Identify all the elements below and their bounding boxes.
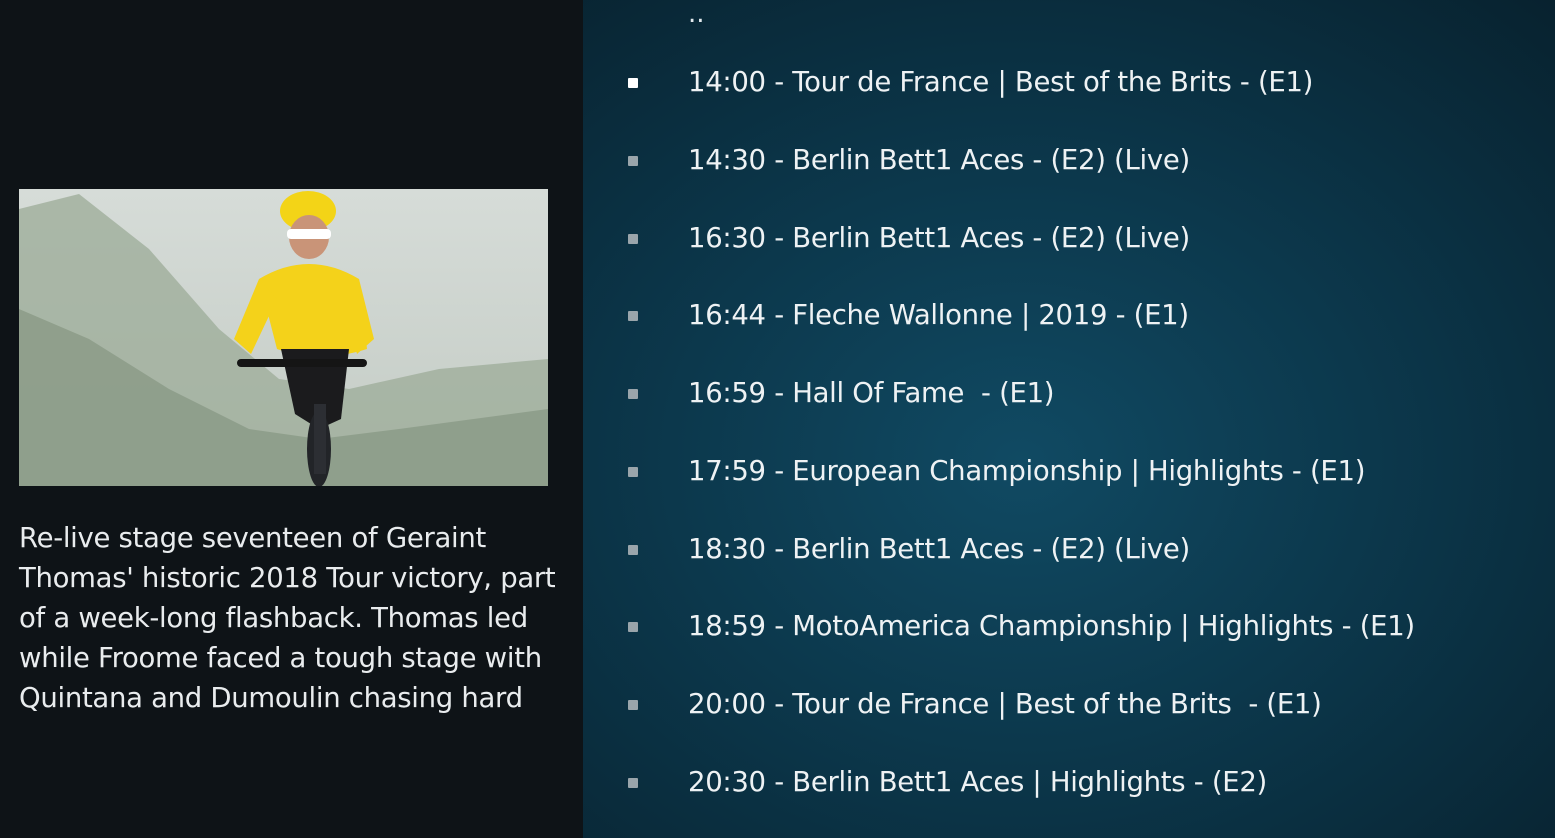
bullet-icon xyxy=(628,545,638,555)
list-item-label: 20:30 - Berlin Bett1 Aces | Highlights -… xyxy=(688,766,1267,798)
bullet-icon xyxy=(628,622,638,632)
list-item[interactable]: 16:44 - Fleche Wallonne | 2019 - (E1) xyxy=(583,283,1555,361)
list-item-label: 16:30 - Berlin Bett1 Aces - (E2) (Live) xyxy=(688,222,1190,254)
list-item-label: 18:30 - Berlin Bett1 Aces - (E2) (Live) xyxy=(688,533,1190,565)
bullet-icon xyxy=(628,389,638,399)
list-item-label: 16:44 - Fleche Wallonne | 2019 - (E1) xyxy=(688,299,1189,331)
bullet-icon xyxy=(628,311,638,321)
list-item[interactable]: 20:00 - Tour de France | Best of the Bri… xyxy=(583,672,1555,750)
list-item[interactable]: 18:30 - Berlin Bett1 Aces - (E2) (Live) xyxy=(583,517,1555,595)
list-item[interactable]: 16:59 - Hall Of Fame - (E1) xyxy=(583,361,1555,439)
list-item[interactable]: 17:59 - European Championship | Highligh… xyxy=(583,439,1555,517)
program-thumbnail xyxy=(19,189,548,486)
list-item-label: 14:30 - Berlin Bett1 Aces - (E2) (Live) xyxy=(688,144,1190,176)
bullet-icon xyxy=(628,467,638,477)
list-item-label: 18:59 - MotoAmerica Championship | Highl… xyxy=(688,610,1415,642)
bullet-icon xyxy=(628,700,638,710)
list-item[interactable]: 16:30 - Berlin Bett1 Aces - (E2) (Live) xyxy=(583,206,1555,284)
list-item-label: 20:00 - Tour de France | Best of the Bri… xyxy=(688,688,1322,720)
list-item-label: 16:59 - Hall Of Fame - (E1) xyxy=(688,377,1055,409)
list-item[interactable]: 18:59 - MotoAmerica Championship | Highl… xyxy=(583,594,1555,672)
bullet-icon xyxy=(628,778,638,788)
list-item-label: 17:59 - European Championship | Highligh… xyxy=(688,455,1366,487)
list-item-label: 14:00 - Tour de France | Best of the Bri… xyxy=(688,66,1314,98)
bullet-icon xyxy=(628,234,638,244)
parent-folder-item[interactable]: .. xyxy=(688,0,705,34)
bullet-icon xyxy=(628,156,638,166)
bullet-icon xyxy=(628,78,638,88)
list-item[interactable]: 14:00 - Tour de France | Best of the Bri… xyxy=(583,50,1555,128)
program-description: Re-live stage seventeen of Geraint Thoma… xyxy=(19,522,556,714)
list-item[interactable]: 14:30 - Berlin Bett1 Aces - (E2) (Live) xyxy=(583,128,1555,206)
program-list[interactable]: .. 14:00 - Tour de France | Best of the … xyxy=(583,0,1555,838)
info-panel: Re-live stage seventeen of Geraint Thoma… xyxy=(0,0,583,838)
list-item[interactable]: 20:30 - Berlin Bett1 Aces | Highlights -… xyxy=(583,750,1555,828)
